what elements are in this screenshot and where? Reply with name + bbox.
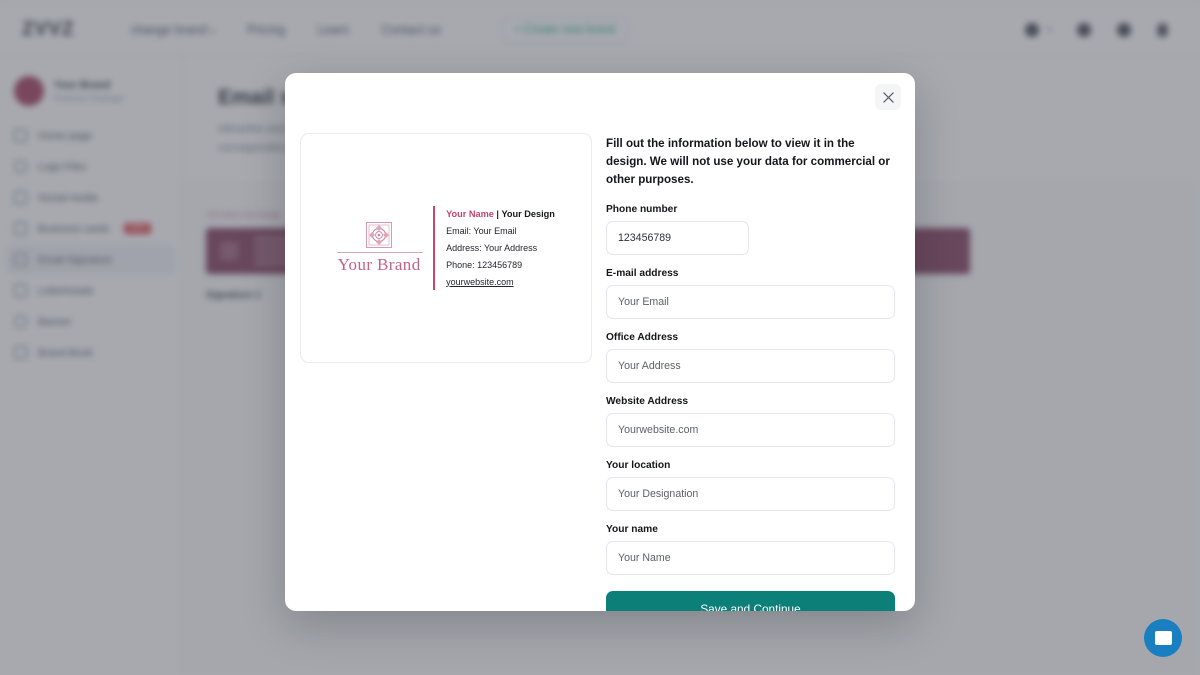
your-name-input[interactable] <box>606 541 895 576</box>
field-phone-number: Phone number <box>606 204 895 256</box>
form-intro-text: Fill out the information below to view i… <box>606 137 890 187</box>
signature-form: Fill out the information below to view i… <box>606 133 895 611</box>
signature-preview-card: Your Brand Your Name | Your Design Email… <box>300 133 592 363</box>
field-label: Your location <box>606 460 671 472</box>
signature-name: Your Name <box>446 208 494 219</box>
close-icon[interactable] <box>875 84 901 110</box>
field-your-name: Your name <box>606 524 895 576</box>
vertical-divider <box>433 205 436 291</box>
field-label: Office Address <box>606 332 679 344</box>
signature-email-row: Email: Your Email <box>446 225 517 236</box>
signature-details-modal: Your Brand Your Name | Your Design Email… <box>285 73 915 611</box>
field-your-location: Your location <box>606 460 895 512</box>
website-address-input[interactable] <box>606 413 895 448</box>
modal-body: Your Brand Your Name | Your Design Email… <box>285 73 915 611</box>
your-location-input[interactable] <box>606 477 895 512</box>
signature-preview-panel: Your Brand Your Name | Your Design Email… <box>300 133 592 611</box>
email-address-input[interactable] <box>606 285 895 320</box>
office-address-input[interactable] <box>606 349 895 384</box>
brand-logo-name: Your Brand <box>337 255 421 275</box>
field-office-address: Office Address <box>606 332 895 384</box>
field-label: E-mail address <box>606 268 679 280</box>
logo-divider <box>337 252 424 254</box>
ornamental-emblem-icon <box>366 222 393 249</box>
chat-bubble-icon[interactable] <box>1144 619 1182 657</box>
signature-layout: Your Brand Your Name | Your Design Email… <box>337 205 555 291</box>
phone-number-input[interactable] <box>606 221 749 256</box>
field-website-address: Website Address <box>606 396 895 448</box>
signature-phone-row: Phone: 123456789 <box>446 259 523 270</box>
field-label: Phone number <box>606 204 678 216</box>
signature-name-row: Your Name | Your Design <box>446 206 555 223</box>
close-glyph <box>882 91 894 103</box>
signature-address-row: Address: Your Address <box>446 242 538 253</box>
app-root: ZVVZ change brand▾ Pricing Learn Contact… <box>0 0 1200 675</box>
chat-glyph <box>1154 631 1172 645</box>
save-and-continue-button[interactable]: Save and Continue <box>606 591 895 611</box>
field-email-address: E-mail address <box>606 268 895 320</box>
signature-website-row[interactable]: yourwebsite.com <box>446 274 555 291</box>
signature-designation: Your Design <box>501 208 555 219</box>
signature-details-text: Your Name | Your Design Email: Your Emai… <box>446 206 555 291</box>
field-label: Website Address <box>606 396 689 408</box>
brand-logo-block: Your Brand <box>337 222 433 273</box>
field-label: Your name <box>606 524 658 536</box>
